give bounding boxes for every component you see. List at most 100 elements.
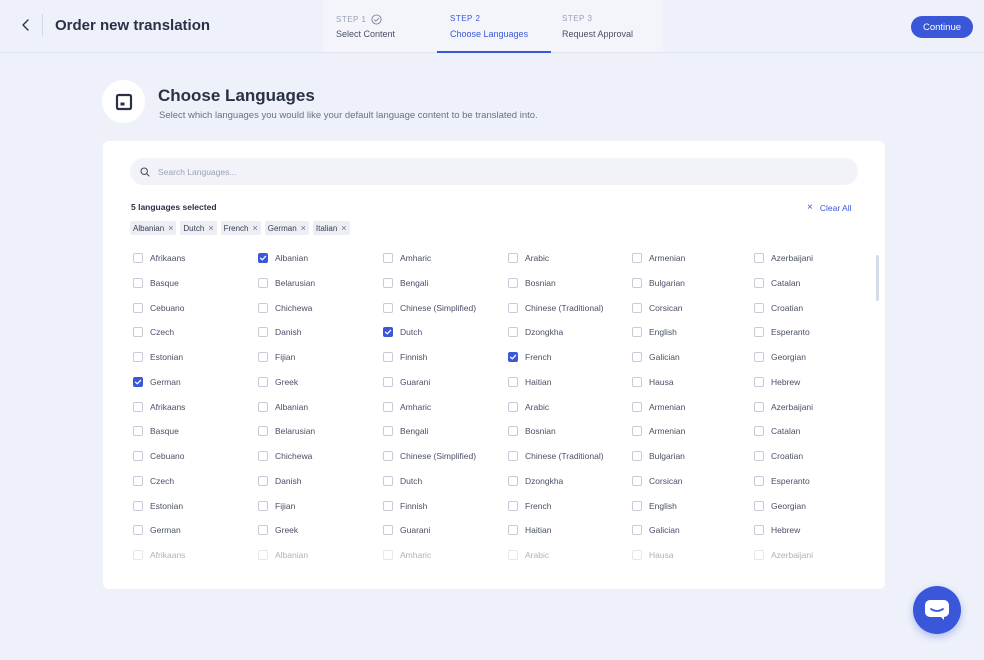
checkbox[interactable] <box>383 401 393 412</box>
language-option[interactable]: Corsican <box>632 301 683 315</box>
language-option[interactable]: German <box>133 375 181 389</box>
language-option[interactable]: Bulgarian <box>632 276 685 290</box>
checkbox[interactable] <box>133 475 143 486</box>
checkbox[interactable] <box>754 327 764 338</box>
language-option[interactable]: Basque <box>133 424 179 438</box>
clear-all-button[interactable]: × Clear All <box>807 202 852 213</box>
checkbox[interactable] <box>754 253 764 263</box>
language-option[interactable]: Georgian <box>754 350 806 364</box>
language-option[interactable]: Croatian <box>754 301 803 315</box>
language-option[interactable]: Fijian <box>258 499 295 513</box>
checkbox[interactable] <box>258 277 268 288</box>
language-option[interactable]: Afrikaans <box>133 400 185 414</box>
language-option[interactable]: Azerbaijani <box>754 251 813 265</box>
language-option[interactable]: Chinese (Traditional) <box>508 301 604 315</box>
checkbox[interactable] <box>508 302 518 313</box>
checkbox[interactable] <box>508 475 518 486</box>
checkbox[interactable] <box>383 500 393 511</box>
checkbox[interactable] <box>508 426 518 437</box>
language-option[interactable]: Bosnian <box>508 424 556 438</box>
language-option[interactable]: Albanian <box>258 251 308 265</box>
checkbox[interactable] <box>133 525 143 536</box>
checkbox[interactable] <box>258 525 268 536</box>
language-option[interactable]: Danish <box>258 474 301 488</box>
checkbox[interactable] <box>383 302 393 313</box>
language-option[interactable]: French <box>508 350 551 364</box>
language-option[interactable]: Chichewa <box>258 449 312 463</box>
language-option[interactable]: Finnish <box>383 350 427 364</box>
language-option[interactable]: Estonian <box>133 350 183 364</box>
checkbox[interactable] <box>383 352 393 362</box>
language-option[interactable]: Chinese (Simplified) <box>383 449 476 463</box>
checkbox[interactable] <box>632 277 642 288</box>
language-option[interactable]: Croatian <box>754 449 803 463</box>
language-option[interactable]: Greek <box>258 375 298 389</box>
language-option[interactable]: Guarani <box>383 523 430 537</box>
continue-button[interactable]: Continue <box>911 16 973 38</box>
checkbox[interactable] <box>508 550 518 560</box>
language-option[interactable]: Greek <box>258 523 298 537</box>
remove-chip-icon[interactable]: × <box>208 223 213 233</box>
checkbox[interactable] <box>754 401 764 412</box>
language-option[interactable]: Amharic <box>383 548 431 562</box>
checkbox[interactable] <box>508 253 518 263</box>
checkbox[interactable] <box>133 253 143 263</box>
language-option[interactable]: Hebrew <box>754 523 800 537</box>
checkbox[interactable] <box>754 451 764 461</box>
checkbox[interactable] <box>383 253 393 263</box>
checkbox[interactable] <box>632 550 642 560</box>
language-option[interactable]: Arabic <box>508 251 549 265</box>
language-option[interactable]: Haitian <box>508 375 551 389</box>
search-input[interactable] <box>158 166 838 177</box>
language-option[interactable]: Bengali <box>383 276 428 290</box>
checkbox[interactable] <box>508 352 518 362</box>
back-button[interactable] <box>14 13 38 37</box>
language-option[interactable]: English <box>632 499 677 513</box>
checkbox[interactable] <box>383 451 393 461</box>
language-option[interactable]: Galician <box>632 523 680 537</box>
checkbox[interactable] <box>258 302 268 313</box>
chat-button[interactable] <box>913 586 961 634</box>
language-option[interactable]: Corsican <box>632 474 683 488</box>
language-option[interactable]: Cebuano <box>133 301 185 315</box>
language-option[interactable]: Hausa <box>632 375 674 389</box>
checkbox[interactable] <box>258 352 268 362</box>
language-option[interactable]: Hebrew <box>754 375 800 389</box>
language-option[interactable]: Belarusian <box>258 424 315 438</box>
language-option[interactable]: Chinese (Simplified) <box>383 301 476 315</box>
language-option[interactable]: Dutch <box>383 325 422 339</box>
checkbox[interactable] <box>133 327 143 338</box>
checkbox[interactable] <box>133 550 143 560</box>
language-option[interactable]: Bosnian <box>508 276 556 290</box>
checkbox[interactable] <box>258 451 268 461</box>
checkbox[interactable] <box>258 327 268 338</box>
language-option[interactable]: Afrikaans <box>133 548 185 562</box>
checkbox[interactable] <box>754 352 764 362</box>
language-option[interactable]: Arabic <box>508 400 549 414</box>
remove-chip-icon[interactable]: × <box>341 223 346 233</box>
checkbox[interactable] <box>133 401 143 412</box>
checkbox[interactable] <box>754 277 764 288</box>
language-option[interactable]: Armenian <box>632 251 685 265</box>
language-option[interactable]: Armenian <box>632 400 685 414</box>
checkbox[interactable] <box>754 426 764 437</box>
language-option[interactable]: Amharic <box>383 400 431 414</box>
language-option[interactable]: Chichewa <box>258 301 312 315</box>
language-option[interactable]: Chinese (Traditional) <box>508 449 604 463</box>
checkbox[interactable] <box>508 401 518 412</box>
language-option[interactable]: Albanian <box>258 400 308 414</box>
language-option[interactable]: Hausa <box>632 548 674 562</box>
checkbox[interactable] <box>632 253 642 263</box>
checkbox[interactable] <box>258 475 268 486</box>
checkbox[interactable] <box>383 426 393 437</box>
checkbox[interactable] <box>754 376 764 387</box>
checkbox[interactable] <box>383 327 393 338</box>
checkbox[interactable] <box>133 500 143 511</box>
language-option[interactable]: Georgian <box>754 499 806 513</box>
remove-chip-icon[interactable]: × <box>301 223 306 233</box>
checkbox[interactable] <box>632 327 642 338</box>
language-option[interactable]: Esperanto <box>754 325 810 339</box>
checkbox[interactable] <box>258 426 268 437</box>
language-option[interactable]: Estonian <box>133 499 183 513</box>
language-option[interactable]: Bengali <box>383 424 428 438</box>
